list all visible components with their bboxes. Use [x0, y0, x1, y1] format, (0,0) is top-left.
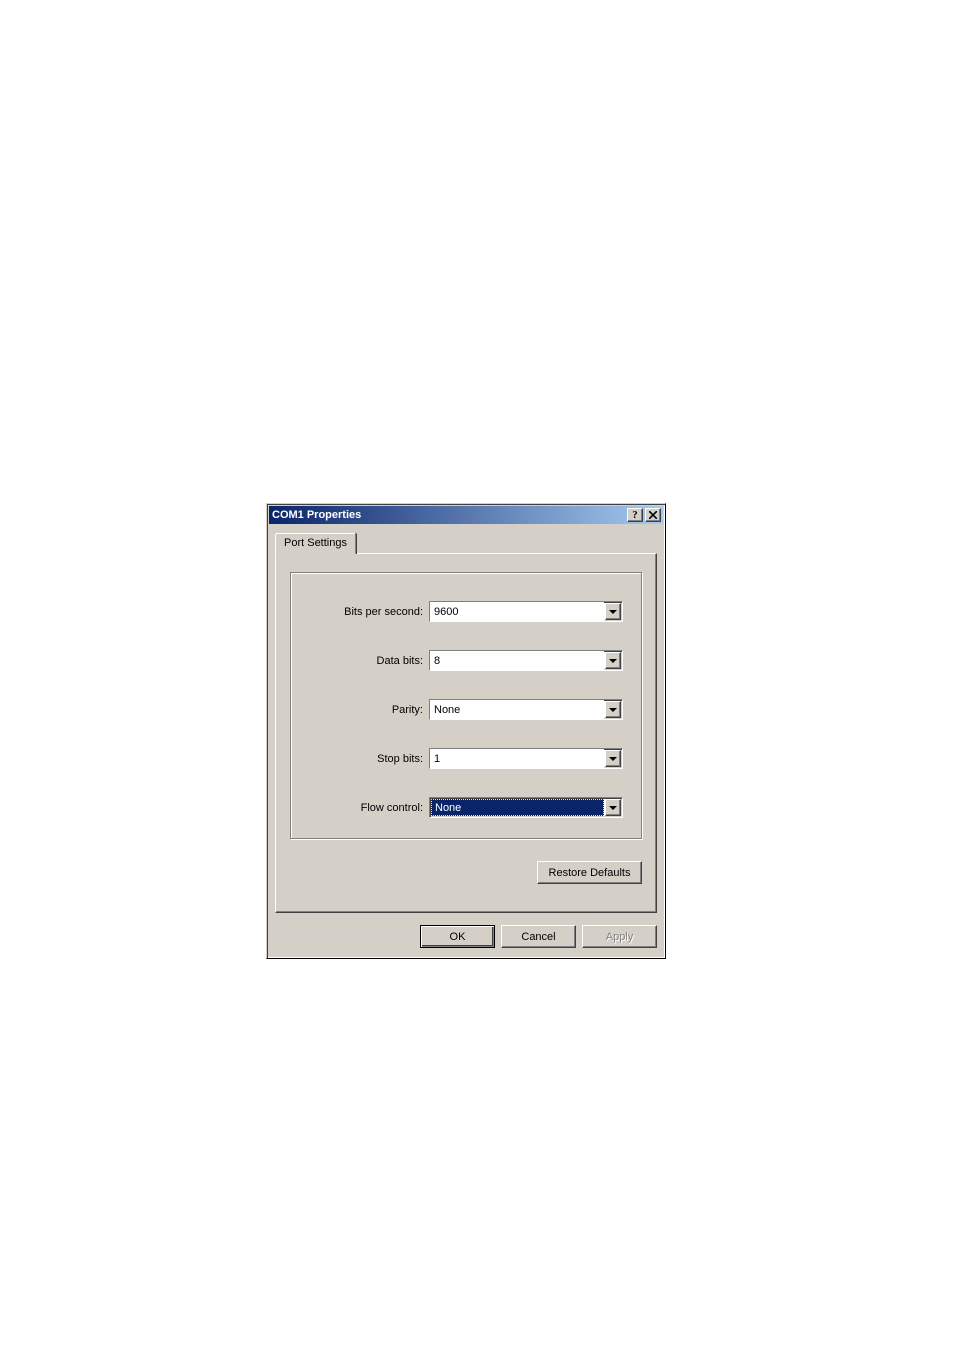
dialog-body: Port Settings Bits per second: 9600 Data…: [267, 526, 665, 921]
titlebar: COM1 Properties: [269, 506, 663, 524]
close-button[interactable]: [645, 508, 661, 522]
tab-header: Port Settings: [275, 532, 657, 553]
restore-defaults-button[interactable]: Restore Defaults: [537, 861, 642, 884]
chevron-down-icon: [609, 659, 617, 663]
combo-flow-control[interactable]: None: [429, 797, 623, 818]
titlebar-buttons: [625, 508, 661, 522]
tab-panel: Bits per second: 9600 Data bits: 8 Parit…: [275, 553, 657, 913]
properties-dialog: COM1 Properties Port Settings Bits per s…: [266, 503, 666, 959]
dropdown-button[interactable]: [605, 652, 621, 669]
chevron-down-icon: [609, 708, 617, 712]
dropdown-button[interactable]: [605, 799, 621, 816]
label-bits-per-second: Bits per second:: [309, 606, 429, 618]
label-stop-bits: Stop bits:: [309, 753, 429, 765]
ok-button[interactable]: OK: [420, 925, 495, 948]
apply-button: Apply: [582, 925, 657, 948]
combo-value: None: [431, 799, 604, 816]
window-title: COM1 Properties: [272, 509, 361, 521]
close-icon: [649, 511, 657, 519]
field-flow-control: Flow control: None: [309, 797, 623, 818]
chevron-down-icon: [609, 806, 617, 810]
combo-value: 1: [430, 749, 604, 768]
dialog-button-row: OK Cancel Apply: [267, 921, 665, 958]
help-button[interactable]: [627, 508, 643, 522]
tab-port-settings[interactable]: Port Settings: [275, 533, 356, 554]
field-bits-per-second: Bits per second: 9600: [309, 601, 623, 622]
combo-stop-bits[interactable]: 1: [429, 748, 623, 769]
restore-row: Restore Defaults: [290, 861, 642, 884]
settings-group: Bits per second: 9600 Data bits: 8 Parit…: [290, 572, 642, 839]
combo-value: 8: [430, 651, 604, 670]
combo-value: 9600: [430, 602, 604, 621]
label-data-bits: Data bits:: [309, 655, 429, 667]
chevron-down-icon: [609, 757, 617, 761]
combo-data-bits[interactable]: 8: [429, 650, 623, 671]
field-stop-bits: Stop bits: 1: [309, 748, 623, 769]
dropdown-button[interactable]: [605, 750, 621, 767]
combo-value: None: [430, 700, 604, 719]
dropdown-button[interactable]: [605, 603, 621, 620]
combo-bits-per-second[interactable]: 9600: [429, 601, 623, 622]
label-parity: Parity:: [309, 704, 429, 716]
field-data-bits: Data bits: 8: [309, 650, 623, 671]
combo-parity[interactable]: None: [429, 699, 623, 720]
field-parity: Parity: None: [309, 699, 623, 720]
dropdown-button[interactable]: [605, 701, 621, 718]
cancel-button[interactable]: Cancel: [501, 925, 576, 948]
chevron-down-icon: [609, 610, 617, 614]
label-flow-control: Flow control:: [309, 802, 429, 814]
